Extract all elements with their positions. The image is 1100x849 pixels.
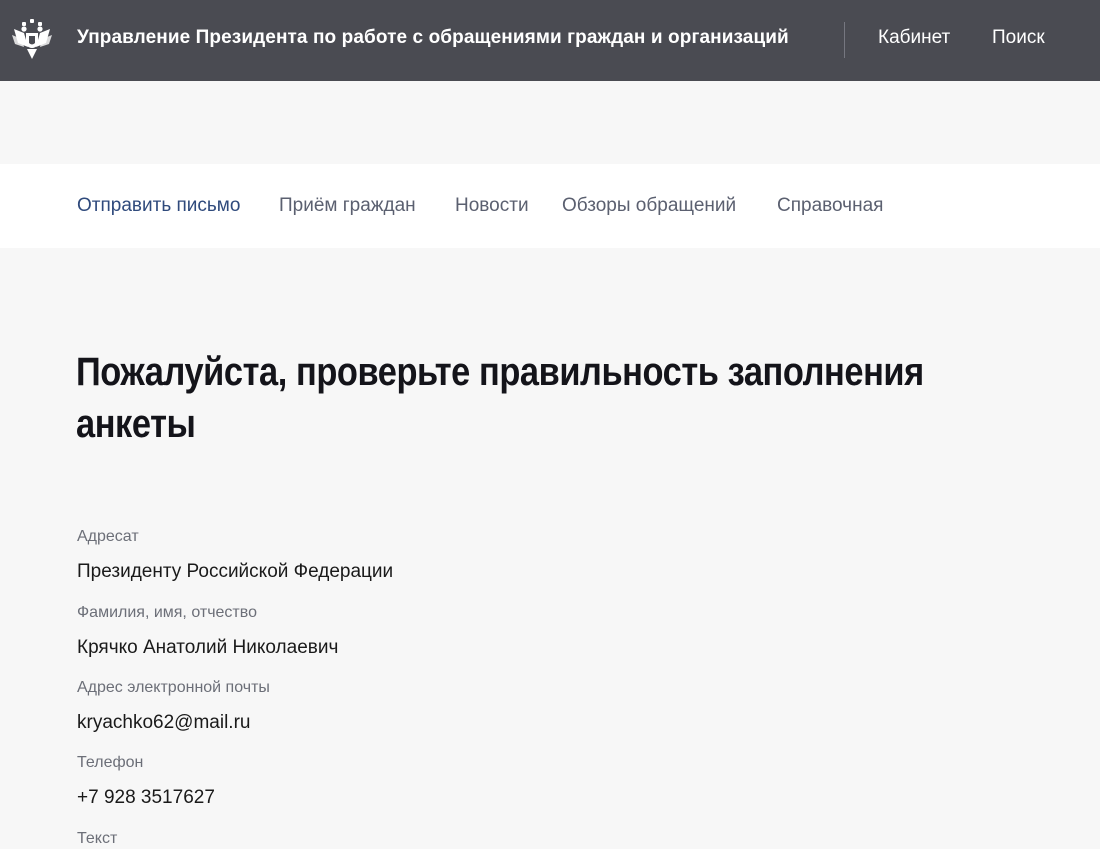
field-label-email: Адрес электронной почты (77, 679, 270, 696)
nav-item-reception[interactable]: Приём граждан (279, 195, 416, 217)
page-title: Пожалуйста, проверьте правильность запол… (76, 350, 924, 446)
nav-item-send-letter[interactable]: Отправить письмо (77, 195, 240, 217)
field-value-addressee: Президенту Российской Федерации (77, 561, 394, 582)
nav-item-news[interactable]: Новости (455, 195, 529, 217)
field-label-full-name: Фамилия, имя, отчество (77, 604, 257, 621)
field-value-full-name: Крячко Анатолий Николаевич (77, 637, 339, 658)
nav-item-reviews[interactable]: Обзоры обращений (562, 195, 736, 217)
cabinet-link[interactable]: Кабинет (878, 27, 950, 49)
field-label-text: Текст (77, 830, 118, 847)
main-nav: Отправить письмо Приём граждан Новости О… (0, 164, 1100, 248)
nav-item-reference[interactable]: Справочная (777, 195, 883, 217)
field-label-addressee: Адресат (77, 528, 139, 545)
field-label-phone: Телефон (77, 754, 144, 771)
search-link[interactable]: Поиск (992, 27, 1045, 49)
header-divider (844, 22, 845, 58)
double-headed-eagle-icon[interactable] (10, 17, 54, 61)
field-value-email: kryachko62@mail.ru (77, 712, 251, 733)
top-header: Управление Президента по работе с обраще… (0, 0, 1100, 81)
site-title[interactable]: Управление Президента по работе с обраще… (77, 27, 789, 49)
field-value-phone: +7 928 3517627 (77, 787, 215, 808)
